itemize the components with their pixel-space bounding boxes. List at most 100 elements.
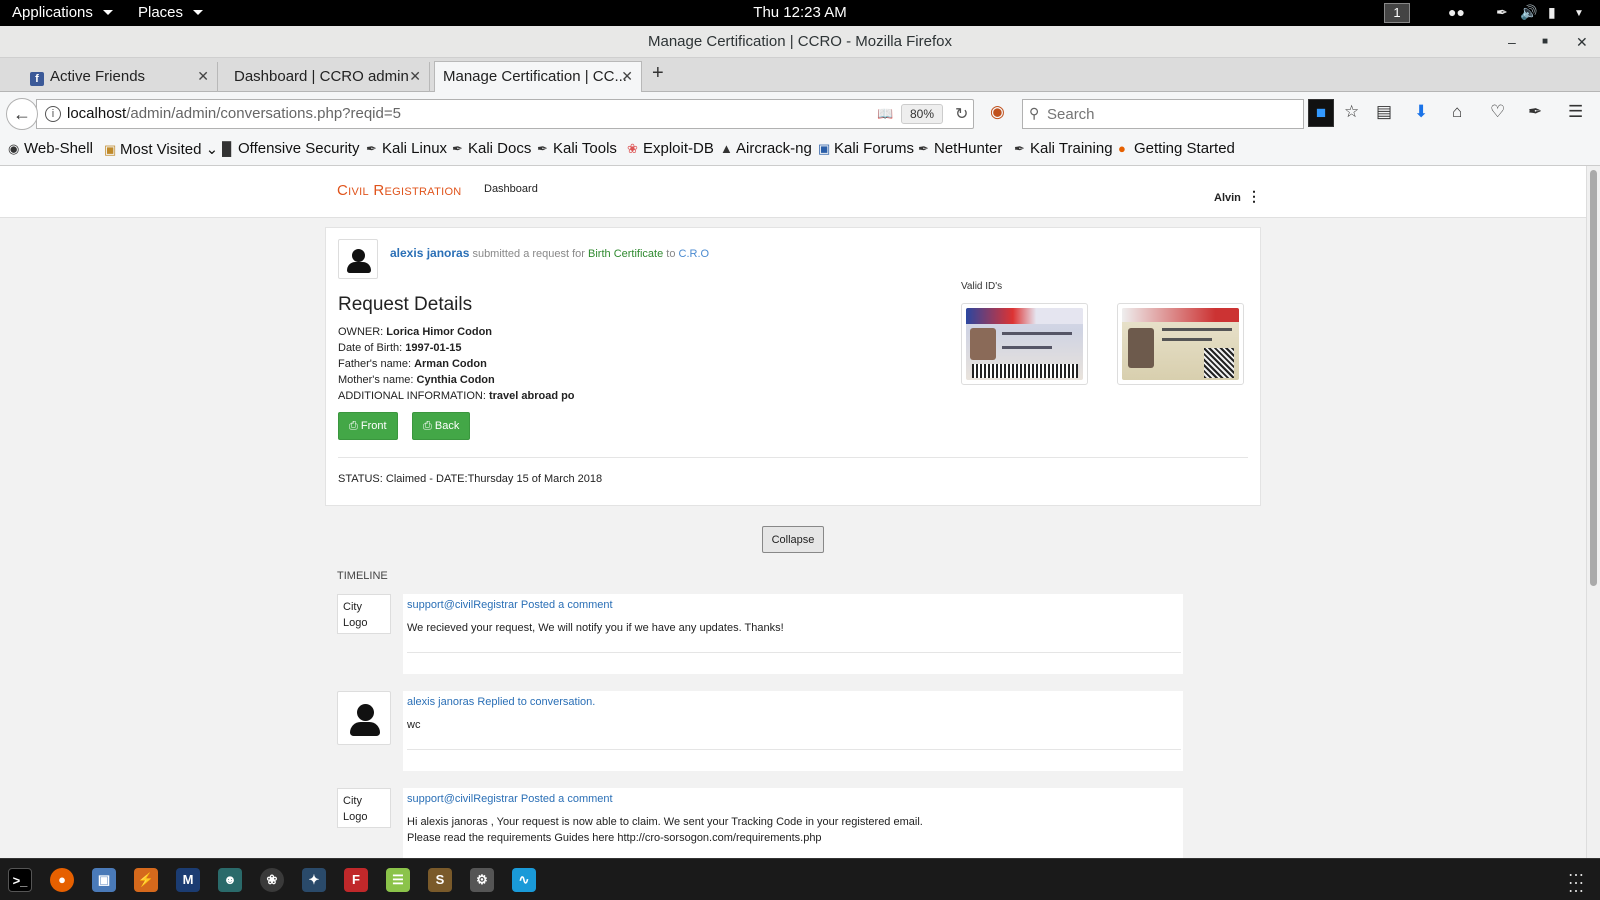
show-applications-icon[interactable]: ⋯ ⋯ ⋯ xyxy=(1568,868,1585,900)
requester-avatar xyxy=(337,691,391,745)
search-box[interactable]: ⚲ xyxy=(1022,99,1304,129)
workspace-indicator[interactable]: 1 xyxy=(1384,3,1410,23)
tab-dashboard[interactable]: Dashboard | CCRO admin ✕ xyxy=(226,62,430,92)
print-back-button[interactable]: ⎙ Back xyxy=(412,412,471,440)
print-front-button[interactable]: ⎙ Front xyxy=(338,412,398,440)
clock[interactable]: Thu 12:23 AM xyxy=(0,4,1600,21)
burp-suite-icon[interactable]: ⚡ xyxy=(134,868,158,892)
timeline-item: support@civilRegistrar Posted a comment … xyxy=(403,594,1183,674)
maltego-icon[interactable]: ❀ xyxy=(260,868,284,892)
bookmark-label: Kali Training xyxy=(1030,140,1113,157)
url-text[interactable]: localhost/admin/admin/conversations.php?… xyxy=(67,105,401,122)
divider xyxy=(407,749,1181,750)
field-label: OWNER: xyxy=(338,326,387,338)
certificate-type[interactable]: Birth Certificate xyxy=(588,248,663,260)
timeline-message: We recieved your request, We will notify… xyxy=(407,622,784,634)
author-link[interactable]: support@civilRegistrar xyxy=(407,793,518,805)
field-label: ADDITIONAL INFORMATION: xyxy=(338,390,489,402)
bookmark-kali-linux[interactable]: ✒ Kali Linux xyxy=(366,140,447,157)
city-logo-placeholder: City Logo xyxy=(337,594,391,634)
author-link[interactable]: alexis janoras xyxy=(407,696,474,708)
timeline-message: Hi alexis janoras , Your request is now … xyxy=(407,816,923,828)
search-input[interactable] xyxy=(1047,104,1297,124)
close-tab-icon[interactable]: ✕ xyxy=(197,62,209,91)
bookmark-web-shell[interactable]: ◉ Web-Shell xyxy=(8,140,93,157)
metasploit-icon[interactable]: M xyxy=(176,868,200,892)
requester-name-link[interactable]: alexis janoras xyxy=(390,246,469,260)
firefox-icon: ● xyxy=(1118,141,1126,156)
field-value: Arman Codon xyxy=(414,358,487,370)
gnome-top-bar: Applications Places Thu 12:23 AM 1 ●● ✒ … xyxy=(0,0,1600,26)
hamburger-menu-icon[interactable]: ☰ xyxy=(1568,102,1583,122)
tab-bar: f Active Friends ✕ Dashboard | CCRO admin… xyxy=(0,58,1600,93)
zoom-level[interactable]: 80% xyxy=(901,104,943,124)
developer-tools-icon[interactable]: ✒ xyxy=(1528,102,1542,122)
sublime-icon[interactable]: S xyxy=(428,868,452,892)
bookmark-most-visited[interactable]: ▣ Most Visited ⌄ xyxy=(104,140,218,158)
bookmark-kali-forums[interactable]: ▣ Kali Forums xyxy=(818,140,914,157)
bookmark-kali-docs[interactable]: ✒ Kali Docs xyxy=(452,140,531,157)
extension-icon[interactable]: ◉ xyxy=(990,102,1005,122)
system-monitor-icon[interactable]: ∿ xyxy=(512,868,536,892)
settings-icon[interactable]: ⚙ xyxy=(470,868,494,892)
page-scrollbar[interactable] xyxy=(1586,166,1600,858)
bookmark-kali-tools[interactable]: ✒ Kali Tools xyxy=(537,140,617,157)
beef-icon[interactable]: ✦ xyxy=(302,868,326,892)
close-tab-icon[interactable]: ✕ xyxy=(621,62,633,91)
minimize-icon[interactable]: – xyxy=(1508,26,1516,58)
new-tab-button[interactable]: + xyxy=(652,62,664,85)
bookmark-aircrack-ng[interactable]: ▲ Aircrack-ng xyxy=(720,140,812,157)
tab-active-friends[interactable]: f Active Friends ✕ xyxy=(22,62,218,92)
url-bar[interactable]: i localhost/admin/admin/conversations.ph… xyxy=(36,99,974,129)
field-label: Mother's name: xyxy=(338,374,417,386)
user-name[interactable]: Alvin xyxy=(1214,192,1241,204)
home-icon[interactable]: ⌂ xyxy=(1452,102,1462,122)
faraday-icon[interactable]: F xyxy=(344,868,368,892)
valid-id-image-sss[interactable] xyxy=(961,303,1088,385)
collapse-button[interactable]: Collapse xyxy=(762,526,824,553)
people-icon[interactable]: ●● xyxy=(1448,4,1465,20)
brand-logo[interactable]: Civil Registration xyxy=(337,182,462,199)
back-button[interactable]: ← xyxy=(6,98,38,130)
terminal-icon[interactable]: >_ xyxy=(8,868,32,892)
timeline-message: wc xyxy=(407,719,421,731)
armitage-icon[interactable]: ☻ xyxy=(218,868,242,892)
author-link[interactable]: support@civilRegistrar xyxy=(407,599,518,611)
button-label: Front xyxy=(360,420,387,432)
valid-id-image-postal[interactable] xyxy=(1117,303,1244,385)
bookmark-offensive-security[interactable]: █ Offensive Security xyxy=(222,140,359,157)
bookmarks-library-icon[interactable]: ▤ xyxy=(1376,102,1392,122)
battery-icon[interactable]: ▮ xyxy=(1548,4,1556,21)
close-tab-icon[interactable]: ✕ xyxy=(409,62,421,91)
pen-icon[interactable]: ✒ xyxy=(1496,4,1508,21)
office-link[interactable]: C.R.O xyxy=(679,248,710,260)
firefox-icon[interactable]: ● xyxy=(50,868,74,892)
bookmark-exploit-db[interactable]: ❀ Exploit-DB xyxy=(627,140,714,157)
maximize-icon[interactable]: ■ xyxy=(1542,26,1548,58)
user-menu-kebab-icon[interactable]: ⋮ xyxy=(1247,188,1261,205)
tab-manage-certification[interactable]: Manage Certification | CC... ✕ xyxy=(434,61,642,93)
notes-icon[interactable]: ☰ xyxy=(386,868,410,892)
divider xyxy=(338,457,1248,458)
volume-icon[interactable]: 🔊 xyxy=(1520,4,1537,21)
bookmark-getting-started[interactable]: ● Getting Started xyxy=(1118,140,1235,157)
to-text: to xyxy=(663,248,679,260)
bookmark-star-icon[interactable]: ☆ xyxy=(1344,102,1359,122)
reload-icon[interactable]: ↻ xyxy=(955,104,968,124)
files-icon[interactable]: ▣ xyxy=(92,868,116,892)
submitted-text: submitted a request for xyxy=(469,248,589,260)
dob-field: Date of Birth: 1997-01-15 xyxy=(338,342,462,354)
web-page: Civil Registration Dashboard Alvin ⋮ ale… xyxy=(0,166,1586,858)
close-window-icon[interactable]: ✕ xyxy=(1576,26,1588,58)
nav-dashboard-link[interactable]: Dashboard xyxy=(484,183,538,195)
reader-view-icon[interactable]: 📖 xyxy=(877,106,893,122)
screenshot-extension-icon[interactable]: ■ xyxy=(1308,99,1334,127)
bookmark-nethunter[interactable]: ✒ NetHunter xyxy=(918,140,1002,157)
system-menu-chevron-icon[interactable]: ▼ xyxy=(1574,8,1584,19)
bookmark-kali-training[interactable]: ✒ Kali Training xyxy=(1014,140,1113,157)
pocket-icon[interactable]: ♡ xyxy=(1490,102,1505,122)
back-arrow-icon: ← xyxy=(13,104,31,124)
scrollbar-thumb[interactable] xyxy=(1590,170,1597,586)
site-info-icon[interactable]: i xyxy=(45,106,61,122)
downloads-icon[interactable]: ⬇ xyxy=(1414,102,1428,122)
